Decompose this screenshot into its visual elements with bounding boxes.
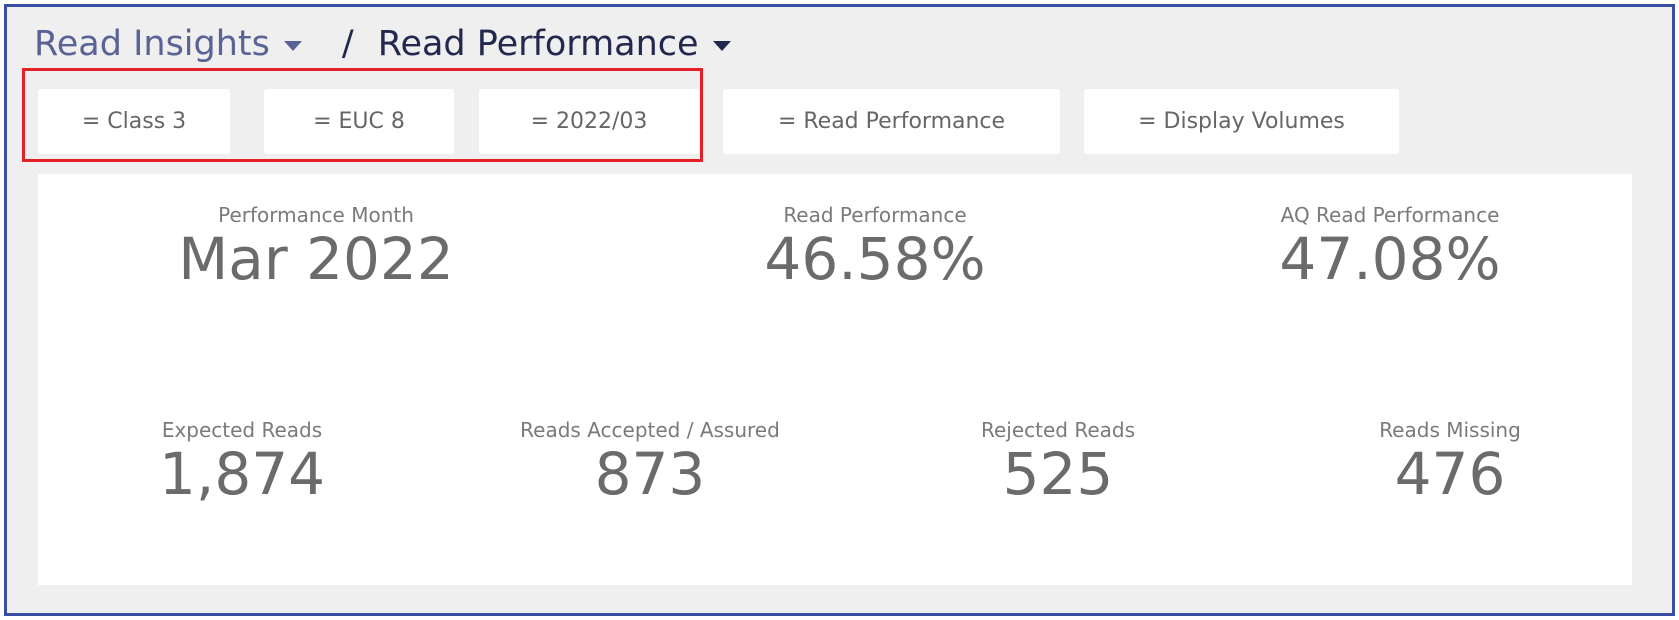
kpi-label: Reads Accepted / Assured [520, 418, 780, 442]
kpi-reads-missing: Reads Missing 476 [1379, 418, 1521, 506]
breadcrumb-read-performance[interactable]: Read Performance [378, 22, 731, 66]
kpi-value: 873 [594, 440, 706, 508]
kpi-label: Rejected Reads [980, 418, 1136, 442]
kpi-label: Performance Month [218, 203, 414, 227]
breadcrumb-current-label: Read Performance [377, 24, 699, 64]
caret-down-icon [712, 41, 731, 51]
filter-chip-month[interactable]: = 2022/03 [479, 89, 699, 154]
breadcrumb-parent-label: Read Insights [34, 24, 270, 64]
kpi-label: Reads Missing [1379, 418, 1521, 442]
filter-chip-read-performance[interactable]: = Read Performance [723, 89, 1060, 154]
filter-chip-label: = Class 3 [81, 109, 187, 134]
breadcrumb-separator: / [341, 24, 354, 64]
kpi-value: 1,874 [158, 440, 326, 508]
kpi-label: Read Performance [783, 203, 967, 227]
kpi-label: AQ Read Performance [1280, 203, 1500, 227]
kpi-value: 476 [1394, 440, 1506, 508]
filter-chip-euc[interactable]: = EUC 8 [264, 89, 454, 154]
filter-chip-class[interactable]: = Class 3 [38, 89, 230, 154]
caret-down-icon [283, 41, 302, 51]
kpi-aq-read-performance: AQ Read Performance 47.08% [1279, 203, 1500, 291]
filter-chip-label: = 2022/03 [530, 109, 648, 134]
kpi-value: 46.58% [764, 225, 986, 293]
filter-chip-label: = Display Volumes [1138, 109, 1345, 134]
kpi-expected-reads: Expected Reads 1,874 [159, 418, 325, 506]
breadcrumb-read-insights[interactable]: Read Insights [34, 22, 302, 66]
kpi-reads-accepted-assured: Reads Accepted / Assured 873 [520, 418, 780, 506]
filter-chip-label: = Read Performance [777, 109, 1006, 134]
filter-chip-label: = EUC 8 [313, 109, 405, 134]
breadcrumb: Read Insights / Read Performance [34, 22, 731, 66]
kpi-value: 47.08% [1279, 225, 1501, 293]
kpi-performance-month: Performance Month Mar 2022 [178, 203, 453, 291]
kpi-read-performance: Read Performance 46.58% [764, 203, 985, 291]
kpi-value: 525 [1002, 440, 1114, 508]
kpi-label: Expected Reads [161, 418, 323, 442]
kpi-rejected-reads: Rejected Reads 525 [981, 418, 1135, 506]
kpi-value: Mar 2022 [178, 225, 454, 293]
filter-chip-display-volumes[interactable]: = Display Volumes [1084, 89, 1399, 154]
